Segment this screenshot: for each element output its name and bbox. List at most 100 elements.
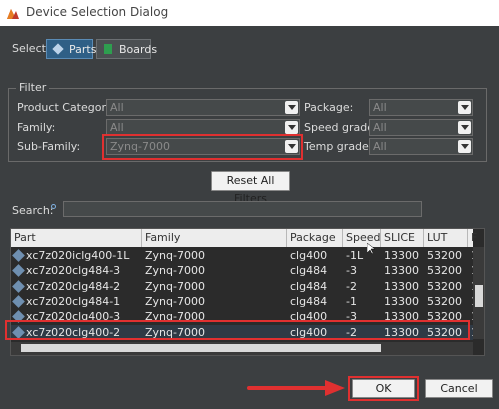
chevron-down-icon	[285, 121, 298, 134]
boards-toggle-button[interactable]: Boards	[96, 39, 157, 59]
cell-text: 53200	[427, 279, 462, 293]
table-cell: 53200	[424, 294, 468, 309]
cell-text: 53200	[427, 249, 462, 262]
cell-text: -2	[346, 279, 357, 293]
sub-family-value: Zynq-7000	[110, 140, 170, 153]
table-row[interactable]: xc7z020clg484-2 Zynq-7000 clg484 -2 13300 532…	[11, 279, 478, 294]
cell-text: -1L	[346, 249, 364, 262]
table-cell: -1L	[343, 248, 381, 263]
cell-text: -3	[346, 264, 357, 278]
column-header-part[interactable]: Part	[11, 229, 142, 247]
table-cell: 53200	[424, 263, 468, 278]
selected-row-highlight	[5, 320, 470, 340]
table-cell: 53200	[424, 248, 468, 263]
cell-text: 13300	[384, 264, 419, 278]
table-cell: Zynq-7000	[142, 294, 287, 309]
table-row[interactable]: xc7z020iclg400-1L Zynq-7000 clg400 -1L 13300…	[11, 248, 478, 263]
filter-group-title: Filter	[16, 81, 50, 94]
arrow-annotation-icon	[247, 380, 345, 396]
chevron-down-icon	[458, 140, 471, 153]
table-cell: xc7z020clg484-1	[11, 294, 142, 309]
cell-text: clg484	[290, 279, 328, 293]
chip-icon	[12, 295, 25, 308]
cell-text: xc7z020clg484-1	[26, 294, 121, 308]
table-cell: Zynq-7000	[142, 248, 287, 263]
chip-icon	[12, 279, 25, 293]
table-header: Part Family Package Speed SLICE LUT F	[11, 229, 477, 247]
table-cell: -1	[343, 294, 381, 309]
cell-text: 13300	[384, 249, 419, 262]
chip-icon	[12, 249, 25, 262]
boards-label: Boards	[119, 43, 158, 56]
horizontal-scroll-thumb[interactable]	[21, 344, 381, 352]
board-icon	[104, 44, 112, 54]
package-select[interactable]: All	[369, 99, 473, 116]
product-category-value: All	[110, 101, 124, 114]
chip-icon	[12, 264, 25, 278]
family-label: Family:	[17, 121, 56, 134]
mouse-cursor-icon	[367, 243, 375, 255]
table-cell: clg484	[287, 263, 343, 278]
speed-grade-select[interactable]: All	[369, 119, 473, 136]
table-cell: 13300	[381, 248, 424, 263]
cell-text: clg484	[290, 264, 328, 278]
column-header-speed[interactable]: Speed	[343, 229, 381, 247]
window-title: Device Selection Dialog	[26, 5, 169, 19]
column-header-package[interactable]: Package	[287, 229, 343, 247]
table-cell: -3	[343, 263, 381, 278]
speed-grade-label: Speed grade:	[304, 121, 378, 134]
chip-icon	[52, 43, 64, 55]
table-cell: xc7z020clg484-2	[11, 279, 142, 294]
cell-text: Zynq-7000	[145, 249, 205, 262]
cell-text: clg400	[290, 249, 328, 262]
speed-grade-value: All	[373, 121, 387, 134]
product-category-label: Product Category:	[17, 101, 116, 114]
ok-button[interactable]: OK	[352, 379, 415, 398]
select-label: Select:	[12, 42, 50, 55]
cell-text: 13300	[384, 279, 419, 293]
vertical-scrollbar[interactable]	[473, 247, 484, 339]
table-cell: clg484	[287, 294, 343, 309]
table-cell: 13300	[381, 294, 424, 309]
package-label: Package:	[304, 101, 354, 114]
column-header-family[interactable]: Family	[142, 229, 287, 247]
package-value: All	[373, 101, 387, 114]
table-row[interactable]: xc7z020clg484-3 Zynq-7000 clg484 -3 13300 532…	[11, 263, 478, 278]
table-cell: -2	[343, 279, 381, 294]
vertical-scroll-thumb[interactable]	[475, 285, 483, 307]
horizontal-scrollbar[interactable]	[11, 342, 473, 355]
title-bar: Device Selection Dialog	[0, 0, 499, 26]
app-logo-icon	[7, 9, 19, 19]
column-header-ff[interactable]: F	[468, 229, 484, 247]
cancel-button[interactable]: Cancel	[425, 379, 493, 398]
sub-family-select[interactable]: Zynq-7000	[106, 138, 300, 155]
cell-text: 53200	[427, 264, 462, 278]
table-cell: 53200	[424, 279, 468, 294]
cell-text: xc7z020clg484-2	[26, 279, 121, 293]
parts-label: Parts	[69, 43, 97, 56]
reset-all-filters-button[interactable]: Reset All Filters	[211, 171, 290, 205]
table-cell: 13300	[381, 263, 424, 278]
table-cell: Zynq-7000	[142, 279, 287, 294]
product-category-select[interactable]: All	[106, 99, 300, 116]
table-row[interactable]: xc7z020clg484-1 Zynq-7000 clg484 -1 13300 532…	[11, 294, 478, 309]
column-header-lut[interactable]: LUT	[424, 229, 468, 247]
cell-text: Zynq-7000	[145, 264, 205, 278]
table-cell: clg484	[287, 279, 343, 294]
table-cell: Zynq-7000	[142, 263, 287, 278]
search-input[interactable]	[63, 201, 422, 217]
table-cell: clg400	[287, 248, 343, 263]
cell-text: xc7z020iclg400-1L	[26, 249, 130, 262]
chevron-down-icon	[458, 101, 471, 114]
search-icon	[51, 204, 56, 209]
table-cell: xc7z020iclg400-1L	[11, 248, 142, 263]
temp-grade-select[interactable]: All	[369, 138, 473, 155]
cell-text: Zynq-7000	[145, 294, 205, 308]
parts-toggle-button[interactable]: Parts	[46, 39, 97, 59]
cell-text: xc7z020clg484-3	[26, 264, 121, 278]
temp-grade-value: All	[373, 140, 387, 153]
cell-text: Zynq-7000	[145, 279, 205, 293]
column-header-slice[interactable]: SLICE	[381, 229, 424, 247]
cell-text: clg484	[290, 294, 328, 308]
chevron-down-icon	[285, 140, 298, 153]
